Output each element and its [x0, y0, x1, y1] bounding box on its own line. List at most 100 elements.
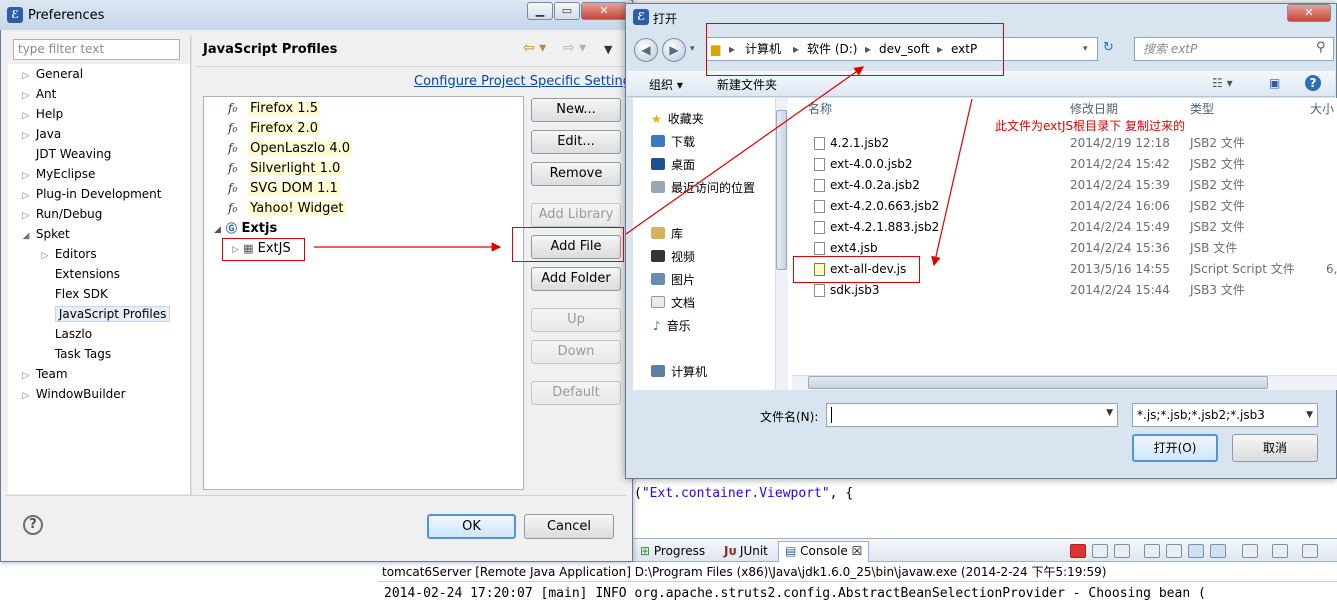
tree-item-team[interactable]: ▷ Team	[20, 364, 68, 384]
eclipse-icon: ℰ	[633, 9, 649, 25]
forward-icon[interactable]: ▶	[662, 38, 686, 62]
file-row[interactable]: ext4.jsb 2014/2/24 15:36 JSB 文件	[0, 238, 1337, 259]
pin-console-icon[interactable]	[1242, 544, 1258, 558]
search-icon: ⚲	[1316, 40, 1326, 55]
view-menu-icon[interactable]: ▼	[604, 43, 612, 56]
maximize-button[interactable]: ▭	[554, 2, 580, 20]
search-input[interactable]: 搜索 extP	[1134, 37, 1334, 61]
nav-music[interactable]: ♪ 音乐	[633, 315, 691, 337]
file-row[interactable]: ext-all-dev.js 2013/5/16 14:55 JScript Scr…	[0, 259, 1337, 280]
file-row[interactable]: ext-4.0.0.jsb2 2014/2/24 15:42 JSB2 文件	[0, 154, 1337, 175]
ok-button[interactable]: OK	[427, 514, 516, 539]
chevron-down-icon[interactable]: ▾	[1083, 41, 1088, 57]
file-hscroll-thumb[interactable]	[808, 376, 1268, 389]
file-icon	[814, 137, 825, 150]
file-icon	[814, 158, 825, 171]
tree-item-task-tags[interactable]: Task Tags	[39, 344, 111, 364]
function-icon: f₀	[228, 101, 238, 115]
code-line: ("Ext.container.Viewport", {	[634, 486, 854, 501]
back-arrow-icon[interactable]: ⇦ ▾	[523, 40, 546, 56]
forward-arrow-icon[interactable]: ⇨ ▾	[563, 40, 586, 56]
help-icon[interactable]: ?	[1305, 75, 1321, 91]
nav-favorites[interactable]: ★ 收藏夹	[633, 108, 704, 130]
file-row[interactable]: ext-4.2.1.883.jsb2 2014/2/24 15:49 JSB2 文件	[0, 217, 1337, 238]
view-options-icon[interactable]: ☷ ▾	[1212, 76, 1233, 90]
annotation-note: 此文件为extJS根目录下 复制过来的	[995, 119, 1185, 133]
show-stderr-icon[interactable]	[1210, 544, 1226, 558]
chevron-down-icon[interactable]: ▼	[1106, 408, 1113, 418]
star-icon: ★	[651, 112, 662, 126]
back-icon[interactable]: ◀	[634, 38, 658, 62]
filter-input[interactable]: type filter text	[13, 39, 180, 60]
highlight-path	[706, 23, 1004, 76]
configure-project-link[interactable]: Configure Project Specific Settings...	[414, 74, 650, 89]
cancel-button[interactable]: 取消	[1232, 434, 1318, 462]
history-dropdown-icon[interactable]: ▾	[690, 44, 695, 54]
dialog-title: 打开	[653, 12, 678, 26]
file-icon	[814, 242, 825, 255]
console-header: tomcat6Server [Remote Java Application] …	[378, 562, 1337, 582]
highlight-extjs	[222, 238, 305, 261]
open-button[interactable]: 打开(O)	[1132, 434, 1218, 462]
highlight-add-file	[512, 227, 624, 262]
help-icon[interactable]: ?	[23, 515, 43, 535]
tree-item-general[interactable]: ▷ General	[20, 64, 84, 84]
library-item[interactable]: f₀ Firefox 1.5	[228, 99, 320, 118]
down-button[interactable]: Down	[531, 340, 621, 364]
filetype-select[interactable]: *.js;*.jsb;*.jsb2;*.jsb3 ▼	[1132, 403, 1318, 427]
preview-pane-icon[interactable]: ▣	[1269, 76, 1280, 90]
file-row[interactable]: 4.2.1.jsb2 2014/2/19 12:18 JSB2 文件	[0, 133, 1337, 154]
preferences-titlebar: ℰ Preferences ▁ ▭ ✕	[0, 0, 631, 30]
open-console-icon[interactable]	[1302, 544, 1318, 558]
column-name[interactable]: 名称	[808, 100, 832, 117]
text-caret	[831, 407, 832, 423]
show-stdout-icon[interactable]	[1188, 544, 1204, 558]
music-icon: ♪	[653, 319, 661, 333]
default-button[interactable]: Default	[531, 381, 621, 405]
computer-icon	[651, 365, 665, 377]
highlight-ext-all-dev	[793, 256, 920, 283]
tree-item-laszlo[interactable]: Laszlo	[39, 324, 92, 344]
file-row[interactable]: ext-4.0.2a.jsb2 2014/2/24 15:39 JSB2 文件	[0, 175, 1337, 196]
tree-item-javascript-profiles[interactable]: JavaScript Profiles	[39, 304, 171, 324]
new-folder-button[interactable]: 新建文件夹	[717, 76, 777, 93]
terminate-icon[interactable]	[1070, 544, 1086, 558]
eclipse-icon: ℰ	[7, 7, 23, 23]
remove-all-icon[interactable]	[1114, 544, 1130, 558]
file-icon	[814, 200, 825, 213]
filename-label: 文件名(N):	[760, 410, 819, 424]
column-date[interactable]: 修改日期	[1070, 100, 1118, 117]
page-title: JavaScript Profiles	[203, 42, 338, 57]
filename-input[interactable]: ▼	[826, 403, 1118, 427]
column-size[interactable]: 大小	[1310, 100, 1334, 117]
column-type[interactable]: 类型	[1190, 100, 1214, 117]
tab-progress[interactable]: ⊞ Progress	[640, 542, 705, 560]
tab-console[interactable]: ▤ Console ☒	[778, 541, 870, 562]
scroll-lock-icon[interactable]	[1166, 544, 1182, 558]
new-button[interactable]: New...	[531, 98, 621, 122]
tree-item-help[interactable]: ▷ Help	[20, 104, 64, 124]
dialog-title: Preferences	[28, 8, 105, 23]
divider	[196, 66, 626, 67]
workspace-background	[0, 562, 378, 604]
display-console-icon[interactable]	[1272, 544, 1288, 558]
organize-menu[interactable]: 组织 ▾	[649, 76, 683, 93]
tab-junit[interactable]: Jᴜ JUnit	[724, 542, 768, 560]
nav-computer[interactable]: 计算机	[633, 361, 707, 383]
close-button[interactable]: ✕	[581, 2, 627, 20]
chevron-down-icon: ▼	[1306, 410, 1313, 420]
close-button[interactable]: ✕	[1287, 4, 1331, 22]
tree-item-windowbuilder[interactable]: ▷ WindowBuilder	[20, 384, 126, 404]
refresh-icon[interactable]: ↻	[1103, 40, 1114, 55]
minimize-button[interactable]: ▁	[527, 2, 553, 20]
clear-console-icon[interactable]	[1144, 544, 1160, 558]
cancel-button[interactable]: Cancel	[524, 514, 614, 539]
file-row[interactable]: ext-4.2.0.663.jsb2 2014/2/24 16:06 JSB2 文件	[0, 196, 1337, 217]
remove-launch-icon[interactable]	[1092, 544, 1108, 558]
file-row[interactable]: sdk.jsb3 2014/2/24 15:44 JSB3 文件	[0, 280, 1337, 301]
console-tab-bar: ⊞ Progress Jᴜ JUnit ▤ Console ☒	[632, 538, 1337, 562]
file-icon	[814, 284, 825, 297]
tree-item-ant[interactable]: ▷ Ant	[20, 84, 57, 104]
up-button[interactable]: Up	[531, 308, 621, 332]
console-output: 2014-02-24 17:20:07 [main] INFO org.apac…	[378, 583, 1337, 604]
